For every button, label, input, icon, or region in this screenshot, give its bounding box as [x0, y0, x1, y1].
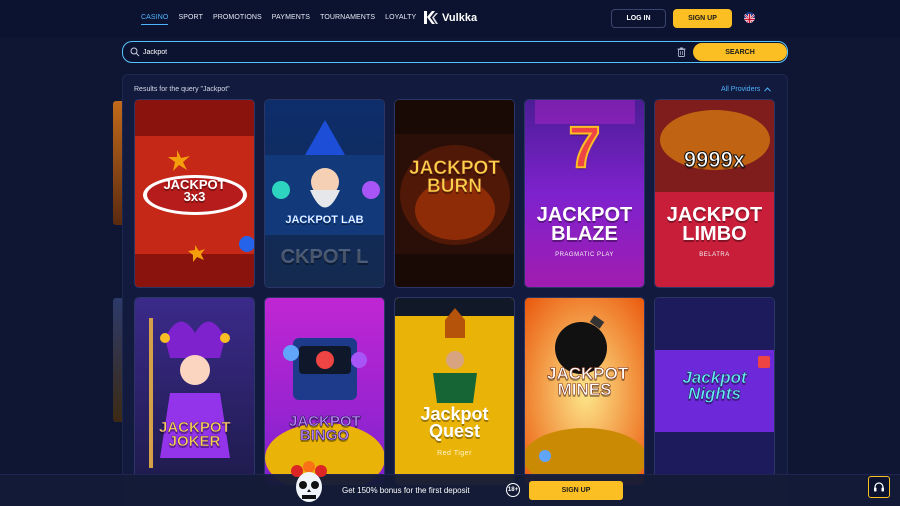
top-header: CASINO SPORT PROMOTIONS PAYMENTS TOURNAM… [0, 0, 900, 37]
game-title: JACKPOT 3x3 [163, 177, 226, 205]
game-art [265, 298, 384, 485]
game-number-art: 7 [567, 115, 601, 180]
game-tile[interactable]: JACKPOT JOKER [134, 297, 255, 486]
game-provider: Red Tiger [437, 450, 472, 457]
game-art [655, 100, 774, 287]
game-provider: PRAGMATIC PLAY [555, 252, 614, 258]
carousel-prev-tile[interactable] [113, 101, 122, 225]
search-button[interactable]: SEARCH [693, 43, 787, 61]
game-provider: BELATRA [699, 252, 730, 258]
game-multiplier-art: 9999x [683, 147, 746, 172]
game-tile[interactable]: 7 JACKPOT BLAZE PRAGMATIC PLAY [524, 99, 645, 288]
game-title: Jackpot Quest [420, 404, 489, 442]
game-title: JACKPOT MINES [547, 364, 629, 400]
logo-text: Vulkka [442, 11, 478, 24]
game-title: Jackpot Nights [682, 368, 747, 404]
game-tile[interactable]: JACKPOT BURN [394, 99, 515, 288]
all-providers-label: All Providers [721, 86, 761, 93]
carousel-prev-tile[interactable] [113, 298, 122, 422]
nav-loyalty[interactable]: LOYALTY [385, 14, 416, 25]
nav-payments[interactable]: PAYMENTS [272, 14, 310, 25]
results-title: Results for the query "Jackpot" [134, 86, 230, 93]
game-tile[interactable]: 9999x JACKPOT LIMBO BELATRA [654, 99, 775, 288]
game-tile[interactable]: Jackpot Quest Red Tiger [394, 297, 515, 486]
game-title: JACKPOT JOKER [159, 419, 231, 451]
promo-text: Get 150% bonus for the first deposit [342, 486, 470, 495]
headset-icon[interactable] [868, 476, 890, 498]
search-bar: SEARCH [122, 41, 788, 63]
game-art [395, 298, 514, 485]
game-tile[interactable]: JACKPOT MINES [524, 297, 645, 486]
nav-casino[interactable]: CASINO [141, 14, 169, 25]
signup-bottom-button[interactable]: SIGN UP [529, 481, 623, 500]
game-tile[interactable]: JACKPOT 3x3 [134, 99, 255, 288]
game-title: JACKPOT BLAZE [536, 204, 633, 245]
logo-mark-icon [424, 11, 438, 24]
site-logo[interactable]: Vulkka [424, 11, 477, 24]
game-title: JACKPOT LAB [285, 214, 364, 226]
signup-button[interactable]: SIGN UP [673, 9, 732, 28]
trash-icon[interactable] [677, 47, 686, 57]
game-tile[interactable]: JACKPOT BINGO [264, 297, 385, 486]
nav-tournaments[interactable]: TOURNAMENTS [320, 14, 375, 25]
skull-mascot-icon [291, 461, 327, 502]
nav-sport[interactable]: SPORT [178, 14, 203, 25]
game-bg-text: CKPOT L [280, 246, 369, 268]
search-input[interactable] [143, 46, 663, 58]
game-title: JACKPOT BURN [409, 158, 500, 198]
main-nav: CASINO SPORT PROMOTIONS PAYMENTS TOURNAM… [141, 14, 426, 25]
game-title: JACKPOT BINGO [289, 413, 361, 445]
nav-promotions[interactable]: PROMOTIONS [213, 14, 262, 25]
promo-bar: Get 150% bonus for the first deposit 18+… [0, 461, 900, 506]
all-providers-toggle[interactable]: All Providers [721, 86, 772, 93]
login-button[interactable]: LOG IN [611, 9, 666, 28]
game-art [135, 298, 254, 485]
game-title: JACKPOT LIMBO [666, 204, 763, 245]
age-restriction-badge: 18+ [506, 483, 520, 497]
search-icon [130, 47, 140, 57]
game-tile[interactable]: JACKPOT LAB CKPOT L [264, 99, 385, 288]
uk-flag-icon[interactable] [744, 12, 755, 23]
game-tile[interactable]: Jackpot Nights [654, 297, 775, 486]
chevron-up-icon [764, 87, 772, 92]
